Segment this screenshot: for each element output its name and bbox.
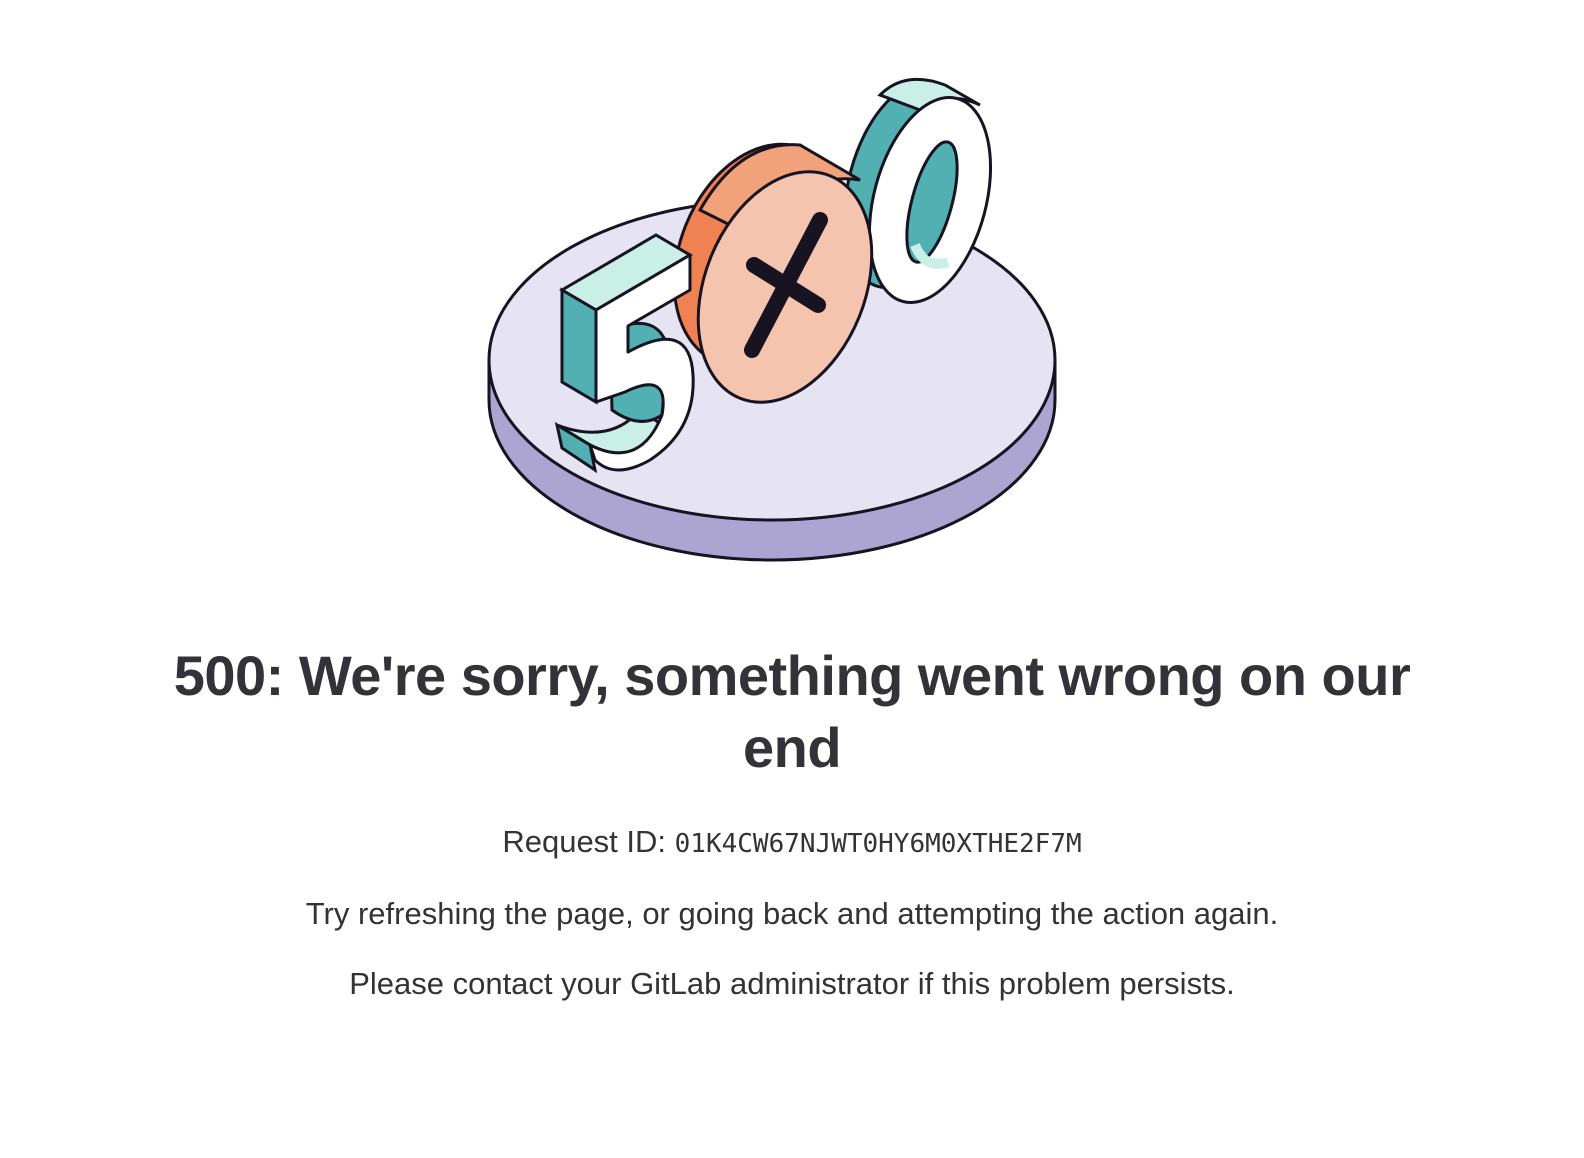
error-content: 500: We're sorry, something went wrong o… [0, 640, 1584, 1006]
error-title: 500: We're sorry, something went wrong o… [173, 644, 1411, 779]
retry-message: Try refreshing the page, or going back a… [305, 896, 1279, 931]
error-500-illustration [480, 60, 1080, 580]
request-id-value: 01K4CW67NJWT0HY6M0XTHE2F7M [674, 829, 1082, 859]
request-id-label: Request ID: [502, 824, 667, 859]
error-page: 500: We're sorry, something went wrong o… [0, 0, 1584, 1158]
illustration-svg [487, 77, 1057, 562]
request-id-line: Request ID: 01K4CW67NJWT0HY6M0XTHE2F7M [0, 820, 1584, 866]
contact-message: Please contact your GitLab administrator… [349, 966, 1235, 1001]
